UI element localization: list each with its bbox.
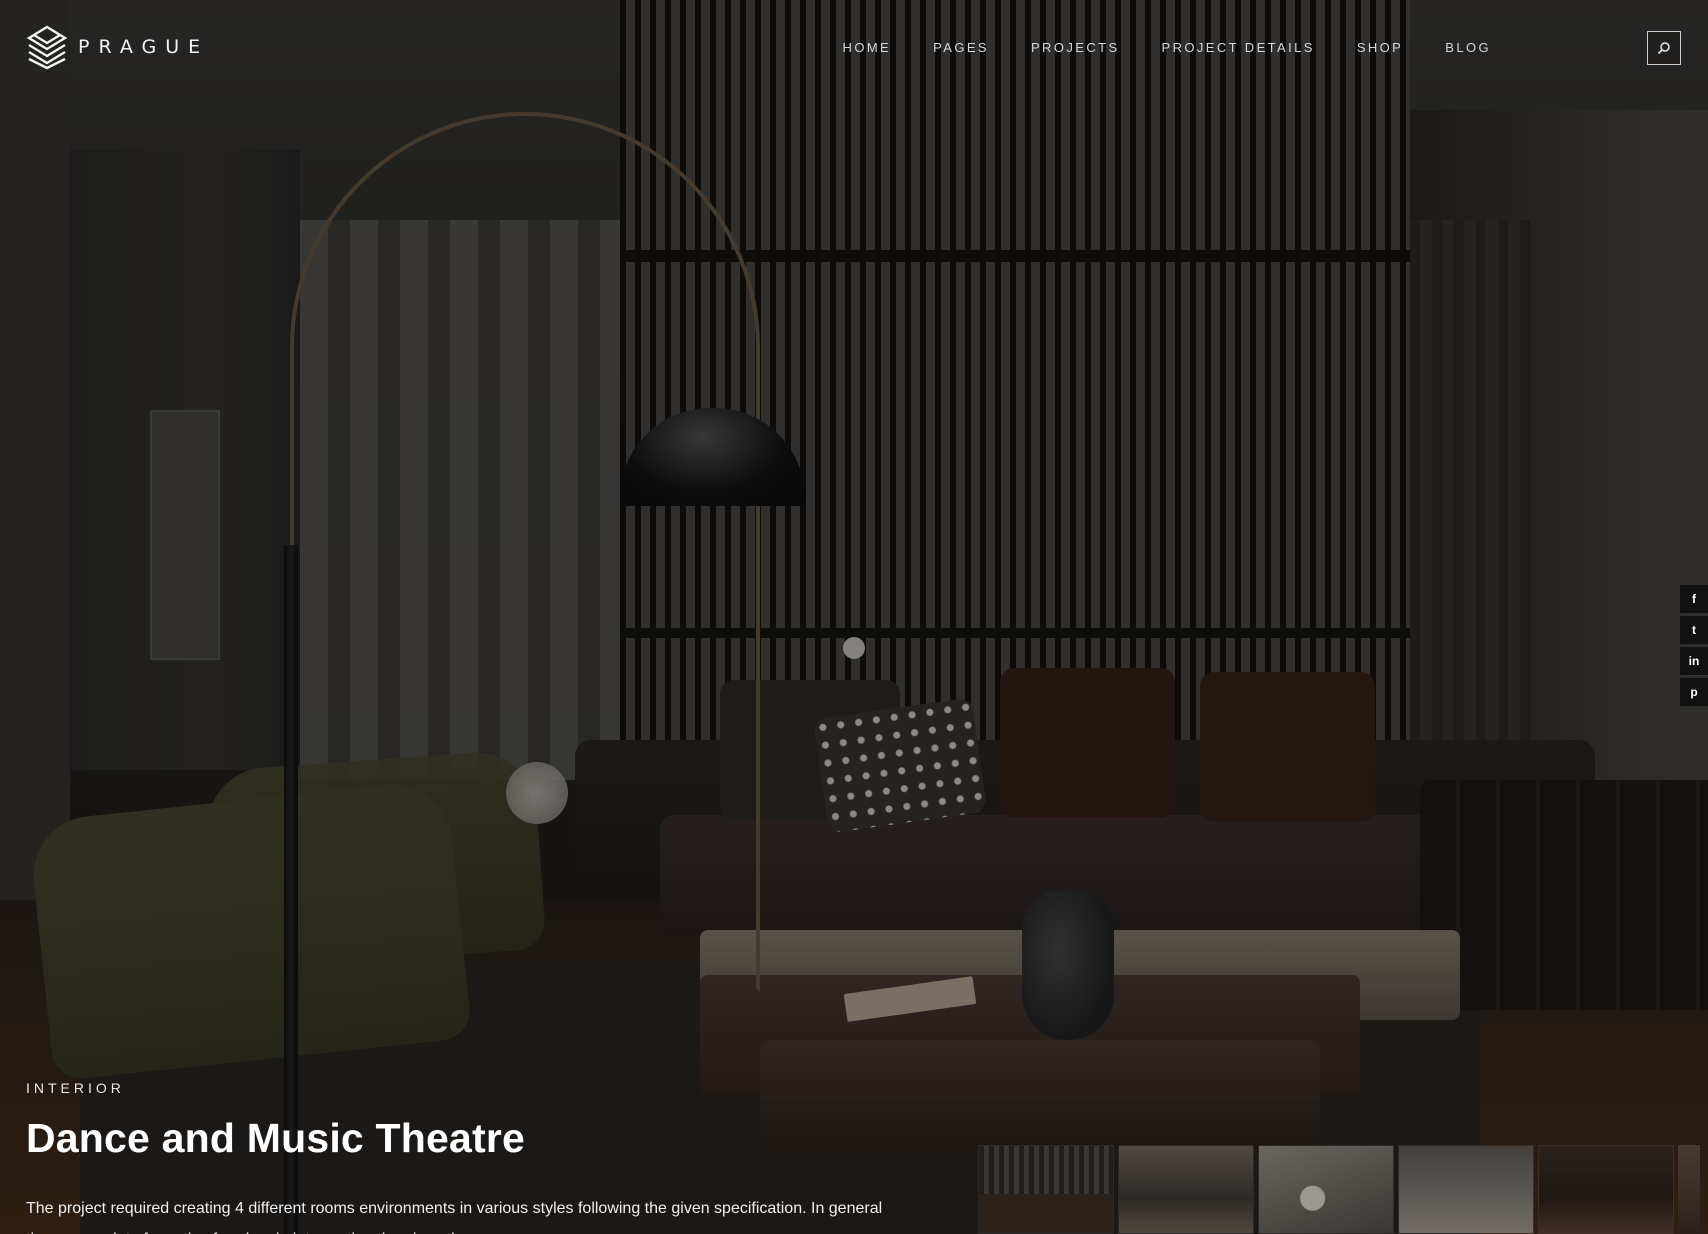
search-button[interactable]: [1647, 31, 1681, 65]
nav-item-blog[interactable]: BLOG: [1424, 38, 1512, 57]
nav-item-home[interactable]: HOME: [822, 38, 913, 57]
project-title: Dance and Music Theatre: [26, 1115, 526, 1161]
gallery-thumbnail[interactable]: [1118, 1145, 1254, 1234]
main-nav: HOME PAGES PROJECTS PROJECT DETAILS SHOP…: [822, 38, 1512, 57]
project-category: INTERIOR: [26, 1080, 125, 1096]
gallery-thumbnails: [978, 1145, 1700, 1234]
nav-item-projects[interactable]: PROJECTS: [1010, 38, 1141, 57]
site-header: PRAGUE HOME PAGES PROJECTS PROJECT DETAI…: [0, 0, 1708, 100]
nav-item-shop[interactable]: SHOP: [1336, 38, 1424, 57]
project-detail-page: PRAGUE HOME PAGES PROJECTS PROJECT DETAI…: [0, 0, 1708, 1234]
facebook-icon[interactable]: f: [1680, 585, 1708, 613]
dark-overlay: [0, 0, 1708, 1234]
gallery-thumbnail[interactable]: [1398, 1145, 1534, 1234]
nav-item-pages[interactable]: PAGES: [912, 38, 1010, 57]
pinterest-icon[interactable]: p: [1680, 678, 1708, 706]
project-hero: INTERIOR Dance and Music Theatre The pro…: [26, 1080, 926, 1234]
logo-link[interactable]: PRAGUE: [26, 24, 209, 70]
gallery-thumbnail[interactable]: [1258, 1145, 1394, 1234]
nav-item-project-details[interactable]: PROJECT DETAILS: [1141, 38, 1336, 57]
project-description: The project required creating 4 differen…: [26, 1200, 883, 1234]
brand-name: PRAGUE: [78, 36, 210, 58]
stacked-diamond-logo-icon: [26, 25, 68, 70]
gallery-thumbnail[interactable]: [1538, 1145, 1674, 1234]
gallery-thumbnail-partial[interactable]: [1678, 1145, 1700, 1234]
gallery-thumbnail[interactable]: [978, 1145, 1114, 1234]
twitter-icon[interactable]: t: [1680, 616, 1708, 644]
search-icon: [1657, 42, 1670, 55]
linkedin-icon[interactable]: in: [1680, 647, 1708, 675]
social-share-rail: f t in p: [1680, 585, 1708, 706]
